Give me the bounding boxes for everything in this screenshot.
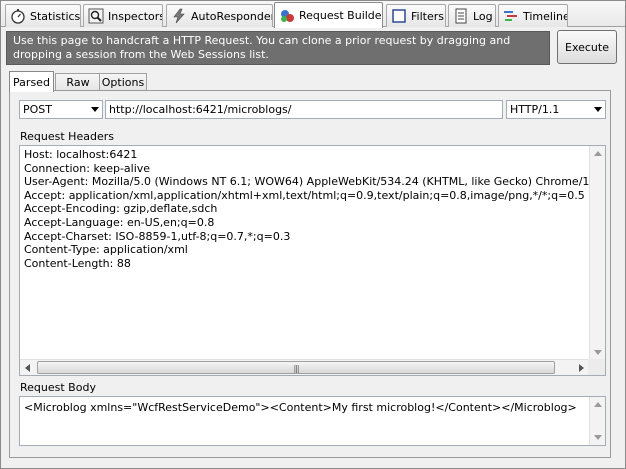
http-version-select[interactable]: HTTP/1.1 bbox=[506, 100, 606, 119]
headers-horizontal-scrollbar[interactable]: ||| bbox=[20, 359, 589, 375]
header-line: Accept-Encoding: gzip,deflate,sdch bbox=[24, 202, 218, 216]
chevron-down-icon bbox=[91, 107, 99, 112]
headers-vertical-scrollbar[interactable] bbox=[589, 146, 605, 360]
scroll-right-icon[interactable] bbox=[579, 364, 584, 372]
scroll-down-icon[interactable] bbox=[594, 435, 602, 440]
method-select[interactable]: POST bbox=[19, 100, 103, 119]
tab-filters-label: Filters bbox=[411, 9, 444, 23]
log-icon bbox=[455, 8, 467, 24]
tab-statistics[interactable]: Statistics bbox=[5, 4, 81, 27]
tab-log-label: Log bbox=[473, 9, 493, 23]
lightning-icon bbox=[173, 8, 185, 24]
tab-raw[interactable]: Raw bbox=[55, 73, 101, 91]
stopwatch-icon bbox=[11, 9, 25, 24]
tab-statistics-label: Statistics bbox=[30, 9, 81, 23]
tab-timeline[interactable]: Timeline bbox=[498, 4, 568, 27]
tab-log[interactable]: Log bbox=[448, 4, 496, 27]
scroll-up-icon[interactable] bbox=[594, 402, 602, 407]
checkbox-icon bbox=[392, 9, 406, 23]
execute-button[interactable]: Execute bbox=[557, 30, 617, 64]
scroll-corner bbox=[588, 359, 605, 375]
tab-request-builder[interactable]: Request Builder bbox=[274, 2, 383, 28]
request-headers-label: Request Headers bbox=[20, 130, 114, 143]
header-line: Connection: keep-alive bbox=[24, 161, 151, 175]
request-body-label: Request Body bbox=[20, 381, 96, 394]
tab-inspectors-label: Inspectors bbox=[108, 9, 163, 23]
chevron-down-icon bbox=[594, 107, 602, 112]
tab-filters[interactable]: Filters bbox=[386, 4, 446, 27]
http-version-value: HTTP/1.1 bbox=[510, 103, 560, 116]
method-value: POST bbox=[23, 103, 52, 116]
header-line: Accept-Charset: ISO-8859-1,utf-8;q=0.7,*… bbox=[24, 229, 291, 243]
header-line: Accept-Language: en-US,en;q=0.8 bbox=[24, 215, 215, 229]
header-line: Content-Length: 88 bbox=[24, 256, 131, 270]
main-tab-strip: Statistics Inspectors AutoResponder Requ… bbox=[1, 1, 625, 28]
body-vertical-scrollbar[interactable] bbox=[589, 397, 605, 445]
header-line: Content-Type: application/xml bbox=[24, 243, 188, 257]
url-input[interactable] bbox=[105, 100, 503, 119]
tab-timeline-label: Timeline bbox=[523, 9, 568, 23]
horizontal-scroll-thumb[interactable]: ||| bbox=[37, 361, 555, 374]
grip-icon: ||| bbox=[293, 364, 299, 373]
request-body-content: <Microblog xmlns="WcfRestServiceDemo"><C… bbox=[24, 401, 577, 414]
magnifier-icon bbox=[88, 8, 104, 24]
tab-request-builder-label: Request Builder bbox=[299, 9, 383, 22]
info-message: Use this page to handcraft a HTTP Reques… bbox=[6, 31, 550, 65]
request-headers-textarea[interactable]: Host: localhost:6421 Connection: keep-al… bbox=[19, 145, 606, 376]
request-builder-icon bbox=[281, 9, 294, 22]
tab-inspectors[interactable]: Inspectors bbox=[83, 4, 163, 27]
header-line: User-Agent: Mozilla/5.0 (Windows NT 6.1;… bbox=[24, 175, 589, 189]
tab-parsed[interactable]: Parsed bbox=[9, 71, 54, 92]
parsed-panel: POST HTTP/1.1 Request Headers Host: loca… bbox=[9, 90, 611, 458]
header-line: Accept: application/xml,application/xhtm… bbox=[24, 188, 585, 202]
headers-list: Host: localhost:6421 Connection: keep-al… bbox=[24, 148, 589, 358]
header-line: Host: localhost:6421 bbox=[24, 148, 138, 161]
scroll-down-icon[interactable] bbox=[594, 350, 602, 355]
tab-autoresponder[interactable]: AutoResponder bbox=[166, 4, 273, 27]
request-builder-window: Statistics Inspectors AutoResponder Requ… bbox=[0, 0, 626, 469]
request-body-textarea[interactable]: <Microblog xmlns="WcfRestServiceDemo"><C… bbox=[19, 396, 606, 446]
scroll-left-icon[interactable] bbox=[25, 364, 30, 372]
timeline-icon bbox=[504, 11, 517, 21]
sub-tab-strip: Parsed Raw Options bbox=[9, 71, 609, 92]
tab-options[interactable]: Options bbox=[99, 73, 147, 91]
tab-autoresponder-label: AutoResponder bbox=[191, 9, 273, 23]
scroll-up-icon[interactable] bbox=[594, 151, 602, 156]
